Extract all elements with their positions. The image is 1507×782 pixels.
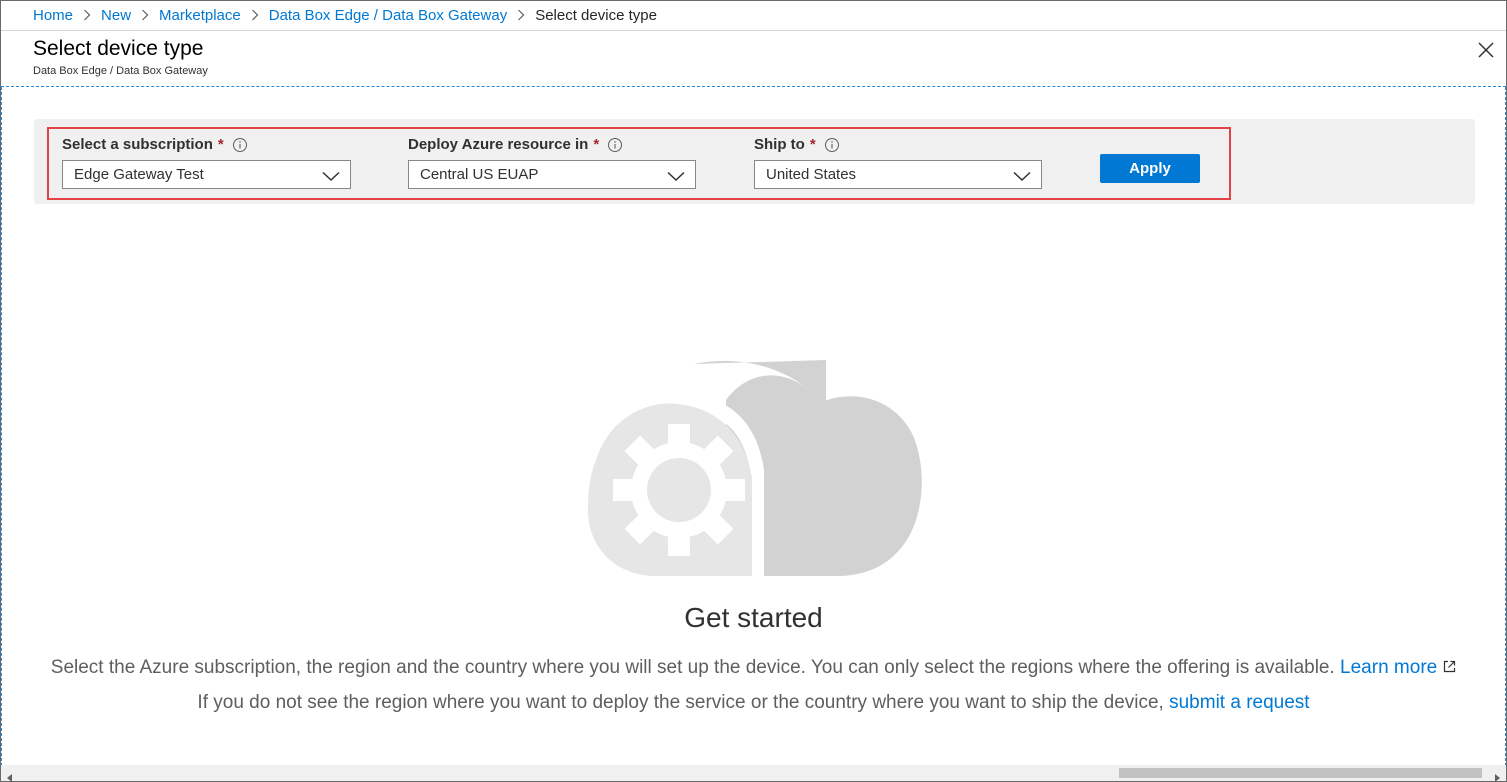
breadcrumb-home[interactable]: Home [33,7,73,24]
horizontal-scrollbar[interactable] [1,765,1506,782]
breadcrumb-marketplace[interactable]: Marketplace [159,7,241,24]
region-value: Central US EUAP [420,166,539,183]
scrollbar-thumb[interactable] [1119,768,1482,778]
required-marker: * [809,136,816,153]
ship-to-label: Ship to * [754,136,840,153]
breadcrumb-current: Select device type [535,6,657,24]
submit-request-link[interactable]: submit a request [1169,692,1309,713]
empty-state-description-2: If you do not see the region where you w… [0,692,1507,714]
description-text: If you do not see the region where you w… [197,692,1164,713]
page-title: Select device type [33,37,204,60]
required-marker: * [217,136,224,153]
info-icon[interactable] [607,137,623,153]
divider [1,30,1506,31]
external-link-icon[interactable] [1443,657,1456,679]
scroll-right-icon[interactable] [1494,769,1500,782]
subscription-label: Select a subscription * [62,136,248,153]
chevron-down-icon [322,169,340,186]
breadcrumb-data-box[interactable]: Data Box Edge / Data Box Gateway [269,7,507,24]
chevron-right-icon [517,9,525,21]
page-subtitle: Data Box Edge / Data Box Gateway [33,65,208,77]
chevron-down-icon [1013,169,1031,186]
description-text: Select the Azure subscription, the regio… [50,657,1335,679]
subscription-dropdown[interactable]: Edge Gateway Test [62,160,351,189]
subscription-label-text: Select a subscription [62,136,213,153]
region-label-text: Deploy Azure resource in [408,136,589,153]
required-marker: * [593,136,600,153]
info-icon[interactable] [232,137,248,153]
subscription-value: Edge Gateway Test [74,166,204,183]
divider [1,86,1506,87]
info-icon[interactable] [824,137,840,153]
region-dropdown[interactable]: Central US EUAP [408,160,696,189]
chevron-right-icon [141,9,149,21]
close-icon[interactable] [1477,41,1495,59]
chevron-right-icon [251,9,259,21]
apply-button[interactable]: Apply [1100,154,1200,183]
cloud-gear-icon [586,360,924,582]
scroll-left-icon[interactable] [7,769,13,782]
empty-state-description-1: Select the Azure subscription, the regio… [0,657,1507,679]
breadcrumb-new[interactable]: New [101,7,131,24]
region-label: Deploy Azure resource in * [408,136,623,153]
empty-state-title: Get started [684,602,823,633]
learn-more-link[interactable]: Learn more [1340,657,1437,678]
ship-to-value: United States [766,166,857,183]
breadcrumb: Home New Marketplace Data Box Edge / Dat… [33,4,657,26]
chevron-down-icon [667,169,685,186]
ship-to-label-text: Ship to [754,136,805,153]
ship-to-dropdown[interactable]: United States [754,160,1042,189]
chevron-right-icon [83,9,91,21]
